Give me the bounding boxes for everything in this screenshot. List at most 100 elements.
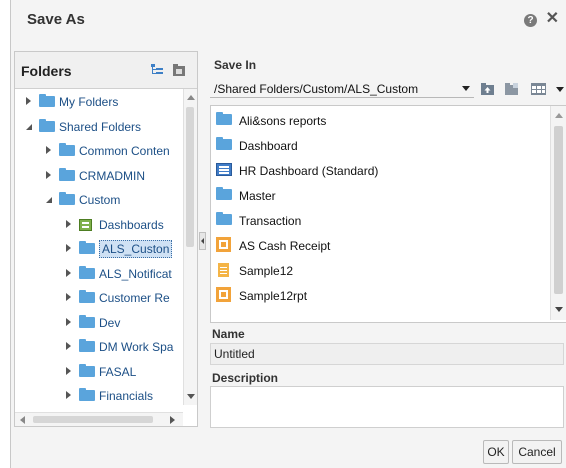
file-list-item[interactable]: Master <box>211 183 551 207</box>
folder-tree-label: Dashboards <box>99 217 164 232</box>
folder-properties-icon[interactable] <box>173 64 185 76</box>
folders-title: Folders <box>21 63 72 79</box>
folder-tree-label: My Folders <box>59 95 119 109</box>
folder-tree-item[interactable]: DM Work Spa <box>15 337 183 357</box>
expand-arrow-right-icon[interactable] <box>46 170 51 179</box>
view-options-chevron-down-icon[interactable] <box>556 87 564 92</box>
folder-tree-label: CRMADMIN <box>79 168 145 183</box>
folder-tree-label: FASAL <box>99 364 137 379</box>
panel-collapse-handle[interactable] <box>199 232 206 250</box>
file-list: Ali&sons reports Dashboard HR Dashboard (S… <box>210 105 566 323</box>
folder-up-icon[interactable] <box>481 83 494 95</box>
folder-tree-item[interactable]: Dev <box>15 313 183 333</box>
folder-tree-item[interactable]: ALS_Notificat <box>15 264 183 284</box>
file-list-label: Sample12 <box>239 264 294 278</box>
expand-arrow-right-icon[interactable] <box>66 293 71 301</box>
report-icon <box>216 287 231 302</box>
name-input[interactable] <box>210 343 564 365</box>
file-list-label: Dashboard <box>239 139 298 153</box>
folder-tree-label: Shared Folders <box>59 119 142 134</box>
dashboard-folder-icon <box>79 218 92 231</box>
scroll-thumb[interactable] <box>33 416 153 423</box>
expand-arrow-down-icon[interactable] <box>46 197 52 203</box>
folder-icon <box>39 118 55 132</box>
scroll-right-icon[interactable] <box>170 416 175 424</box>
file-list-label: Master <box>239 189 276 203</box>
expand-arrow-right-icon[interactable] <box>66 317 71 326</box>
expand-arrow-right-icon[interactable] <box>66 391 71 399</box>
file-list-label: Ali&sons reports <box>239 114 327 128</box>
dialog-titlebar: Save As ? ✕ <box>11 0 566 40</box>
folder-icon <box>79 339 95 352</box>
expand-arrow-right-icon[interactable] <box>66 342 71 350</box>
expand-arrow-right-icon[interactable] <box>26 97 31 105</box>
folder-tree-label: Custom <box>79 193 121 207</box>
folder-icon <box>39 94 55 107</box>
scroll-left-icon[interactable] <box>20 416 25 424</box>
name-label: Name <box>212 327 245 341</box>
cancel-button[interactable]: Cancel <box>512 440 562 464</box>
expand-arrow-right-icon[interactable] <box>66 268 71 277</box>
folder-icon <box>79 265 95 279</box>
file-list-item[interactable]: AS Cash Receipt <box>211 233 551 257</box>
file-list-item[interactable]: Transaction <box>211 208 551 232</box>
folder-icon <box>79 290 95 303</box>
scroll-down-icon[interactable] <box>187 394 195 399</box>
expand-arrow-right-icon[interactable] <box>66 366 71 375</box>
folder-tree-horizontal-scrollbar[interactable] <box>15 412 183 426</box>
folder-icon <box>79 388 95 401</box>
folder-tree-item[interactable]: Custom <box>15 190 183 210</box>
file-list-item[interactable]: Ali&sons reports <box>211 108 551 132</box>
folder-icon <box>216 137 232 150</box>
folder-icon <box>59 192 75 205</box>
close-icon[interactable]: ✕ <box>546 10 559 28</box>
folder-tree-item[interactable]: Dashboards <box>15 215 183 235</box>
chevron-down-icon[interactable] <box>462 86 470 91</box>
folder-tree-label: Customer Re <box>99 291 170 305</box>
folder-tree-label: Financials <box>99 389 154 403</box>
help-icon[interactable]: ? <box>524 14 537 27</box>
document-icon <box>218 263 229 277</box>
folder-tree-item[interactable]: Financials <box>15 386 183 404</box>
folder-tree-label: Dev <box>99 315 121 330</box>
description-input[interactable] <box>210 386 564 428</box>
folder-tree-vertical-scrollbar[interactable] <box>183 89 197 405</box>
folder-icon <box>216 187 232 200</box>
scroll-up-icon[interactable] <box>187 95 195 100</box>
file-list-scrollbar[interactable] <box>550 106 566 320</box>
ok-button[interactable]: OK <box>483 440 509 464</box>
folder-icon <box>216 112 232 125</box>
folder-icon <box>79 363 95 377</box>
file-list-item[interactable]: HR Dashboard (Standard) <box>211 158 551 182</box>
save-in-path: /Shared Folders/Custom/ALS_Custom <box>214 82 419 96</box>
file-list-item[interactable]: Sample12 <box>211 258 551 282</box>
new-folder-icon[interactable] <box>505 83 518 95</box>
file-list-label: Transaction <box>239 214 302 228</box>
file-list-item[interactable]: Dashboard <box>211 133 551 157</box>
scroll-thumb[interactable] <box>554 126 563 294</box>
folder-tree-item[interactable]: ALS_Custon <box>15 239 183 259</box>
folder-tree-item[interactable]: CRMADMIN <box>15 166 183 186</box>
folders-header: Folders <box>15 52 197 89</box>
folder-tree-item[interactable]: My Folders <box>15 92 183 112</box>
folder-tree-item[interactable]: FASAL <box>15 362 183 382</box>
folder-tree-item[interactable]: Customer Re <box>15 288 183 308</box>
expand-arrow-down-icon[interactable] <box>26 123 32 130</box>
scroll-down-icon[interactable] <box>555 307 563 312</box>
dialog-title: Save As <box>27 11 85 28</box>
expand-arrow-right-icon[interactable] <box>46 146 51 154</box>
scroll-up-icon[interactable] <box>555 113 563 118</box>
expand-arrow-right-icon[interactable] <box>66 219 71 228</box>
folder-tree-item[interactable]: Shared Folders <box>15 117 183 137</box>
folder-tree-label: ALS_Custon <box>99 240 173 258</box>
folder-tree-item[interactable]: Common Conten <box>15 141 183 161</box>
folder-tree-label: Common Conten <box>79 144 170 158</box>
view-options-icon[interactable] <box>531 83 546 95</box>
save-in-path-select[interactable]: /Shared Folders/Custom/ALS_Custom <box>210 79 474 98</box>
file-list-item[interactable]: Sample12rpt <box>211 283 551 307</box>
expand-arrow-right-icon[interactable] <box>66 244 71 252</box>
scroll-thumb[interactable] <box>186 107 194 247</box>
report-icon <box>216 237 231 252</box>
file-list-label: AS Cash Receipt <box>239 239 331 253</box>
tree-view-icon[interactable] <box>151 64 163 76</box>
